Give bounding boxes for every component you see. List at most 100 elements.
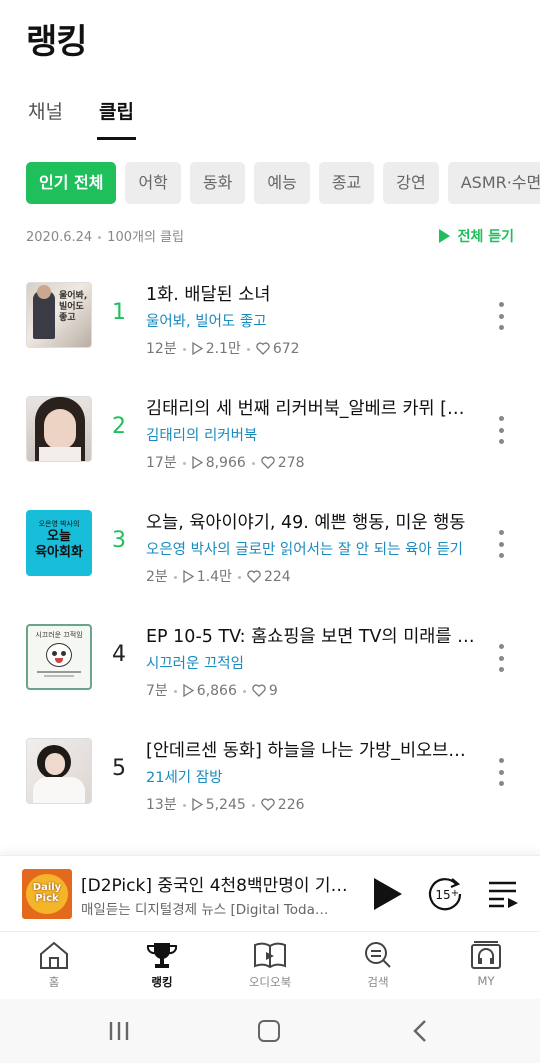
rank-number: 5: [112, 756, 126, 781]
more-icon[interactable]: [492, 644, 510, 672]
list-meta: 2020.6.24 100개의 클립 전체 듣기: [26, 226, 514, 246]
play-icon[interactable]: [370, 876, 404, 912]
bottom-nav: 홈 랭킹 오디오북 검색 MY: [0, 931, 540, 999]
clip-duration: 17분: [146, 455, 177, 471]
player-title: [D2Pick] 중국인 4천8백만명이 기부한 사연: [81, 876, 351, 896]
chip-all-popular[interactable]: 인기 전체: [26, 162, 117, 204]
heart-icon: [247, 570, 261, 583]
clip-title: 1화. 배달된 소녀: [146, 285, 271, 305]
clip-duration: 2분: [146, 569, 168, 585]
thumb-text: 시끄러운 끄적임: [35, 631, 83, 639]
back-icon[interactable]: [412, 1019, 428, 1043]
nav-label: 검색: [367, 975, 389, 989]
list-fade: [0, 830, 540, 856]
nav-label: 홈: [48, 975, 60, 989]
nav-label: 랭킹: [151, 975, 173, 989]
page-title: 랭킹: [26, 22, 88, 62]
nav-search[interactable]: 검색: [324, 932, 432, 999]
clip-stats: 13분 5,245 226: [146, 795, 476, 815]
search-icon: [365, 942, 391, 968]
clip-likes: 672: [272, 341, 300, 357]
plays-icon: [192, 456, 203, 469]
thumb-text: 오은영 박사의: [38, 520, 80, 528]
clip-channel[interactable]: 시끄러운 끄적임: [146, 653, 476, 675]
list-item[interactable]: 시끄러운 끄적임 4 EP 10-5 TV: 홈쇼핑을 보면 TV의 미래를 알…: [0, 614, 540, 728]
nav-label: 오디오북: [248, 975, 292, 989]
clip-channel[interactable]: 오은영 박사의 글로만 읽어서는 잘 안 되는 육아 듣기: [146, 539, 476, 561]
list-item[interactable]: 2 김태리의 세 번째 리커버북_알베르 카뮈 [이방인] 김태리의 리커버북 …: [0, 386, 540, 500]
plays-icon: [183, 570, 194, 583]
clip-channel[interactable]: 21세기 잠방: [146, 767, 476, 789]
playlist-icon[interactable]: [486, 878, 520, 910]
list-item[interactable]: 오은영 박사의 오늘 육아회화 3 오늘, 육아이야기, 49. 예쁜 행동, …: [0, 500, 540, 614]
heart-icon: [261, 456, 275, 469]
chip-asmr[interactable]: ASMR·수면: [447, 162, 540, 204]
clip-title: 김태리의 세 번째 리커버북_알베르 카뮈 [이방인]: [146, 399, 476, 419]
play-all-button[interactable]: 전체 듣기: [438, 226, 514, 246]
tab-channel[interactable]: 채널: [28, 98, 63, 142]
chip-language[interactable]: 어학: [125, 162, 181, 204]
plays-icon: [183, 684, 194, 697]
more-icon[interactable]: [492, 758, 510, 786]
rank-number: 3: [112, 528, 126, 553]
home-icon: [40, 941, 68, 969]
category-chips: 인기 전체 어학 동화 예능 종교 강연 ASMR·수면: [26, 162, 540, 206]
clip-channel[interactable]: 울어봐, 빌어도 좋고: [146, 311, 476, 333]
thumb-text: 육아회화: [35, 545, 83, 560]
trophy-icon: [146, 943, 178, 968]
player-thumb-text: Pick: [35, 893, 59, 904]
player-thumbnail: Daily Pick: [22, 869, 72, 919]
clip-likes: 278: [277, 455, 305, 471]
plays-icon: [192, 342, 203, 355]
clip-likes: 224: [263, 569, 291, 585]
nav-home[interactable]: 홈: [0, 932, 108, 999]
more-icon[interactable]: [492, 416, 510, 444]
rank-number: 2: [112, 414, 126, 439]
player-subtitle: 매일듣는 디지털경제 뉴스 [Digital Today 데일리픽]: [81, 902, 336, 918]
skip-forward-15-icon[interactable]: 15 +: [426, 875, 464, 913]
clip-likes: 9: [268, 683, 278, 699]
clip-duration: 7분: [146, 683, 168, 699]
more-icon[interactable]: [492, 530, 510, 558]
list-item[interactable]: 5 [안데르센 동화] 하늘을 나는 가방_비오브레인 21세기 잠방 13분 5…: [0, 728, 540, 842]
home-button[interactable]: [258, 1020, 280, 1042]
clip-stats: 7분 6,866 9: [146, 681, 476, 701]
chip-fairytale[interactable]: 동화: [189, 162, 246, 204]
thumb-text: 빌어도: [59, 302, 84, 312]
chip-religion[interactable]: 종교: [318, 162, 375, 204]
nav-audiobook[interactable]: 오디오북: [216, 932, 324, 999]
ranking-tabs: 채널 클립: [28, 98, 136, 142]
book-icon: [254, 942, 286, 969]
play-icon: [438, 229, 450, 243]
play-all-label: 전체 듣기: [457, 229, 514, 245]
system-nav-bar: [0, 999, 540, 1063]
clip-thumbnail: [26, 738, 92, 804]
thumb-text: 울어봐,: [59, 291, 88, 301]
nav-ranking[interactable]: 랭킹: [108, 932, 216, 999]
clip-thumbnail: 울어봐, 빌어도 좋고: [26, 282, 92, 348]
heart-icon: [252, 684, 266, 697]
heart-icon: [256, 342, 270, 355]
clip-plays: 6,866: [196, 683, 237, 699]
clip-plays: 1.4만: [196, 569, 232, 585]
clip-title: EP 10-5 TV: 홈쇼핑을 보면 TV의 미래를 알 수 있다: [146, 627, 476, 647]
clip-duration: 13분: [146, 797, 177, 813]
chip-entertainment[interactable]: 예능: [254, 162, 310, 204]
nav-my[interactable]: MY: [432, 932, 540, 999]
more-icon[interactable]: [492, 302, 510, 330]
clip-title: [안데르센 동화] 하늘을 나는 가방_비오브레인: [146, 741, 476, 761]
clip-list: 울어봐, 빌어도 좋고 1 1화. 배달된 소녀 울어봐, 빌어도 좋고 12분…: [0, 272, 540, 842]
list-item[interactable]: 울어봐, 빌어도 좋고 1 1화. 배달된 소녀 울어봐, 빌어도 좋고 12분…: [0, 272, 540, 386]
mini-player[interactable]: Daily Pick [D2Pick] 중국인 4천8백만명이 기부한 사연 매…: [0, 855, 540, 931]
list-date: 2020.6.24: [26, 230, 93, 245]
recent-apps-icon[interactable]: [108, 1021, 130, 1041]
clip-stats: 12분 2.1만 672: [146, 339, 476, 359]
clip-likes: 226: [277, 797, 305, 813]
tab-clip[interactable]: 클립: [96, 98, 136, 142]
thumb-text: 오늘: [47, 529, 71, 544]
svg-text:+: +: [451, 888, 459, 899]
clip-thumbnail: 시끄러운 끄적임: [26, 624, 92, 690]
chip-lecture[interactable]: 강연: [383, 162, 439, 204]
clip-channel[interactable]: 김태리의 리커버북: [146, 425, 476, 447]
rank-number: 4: [112, 642, 126, 667]
